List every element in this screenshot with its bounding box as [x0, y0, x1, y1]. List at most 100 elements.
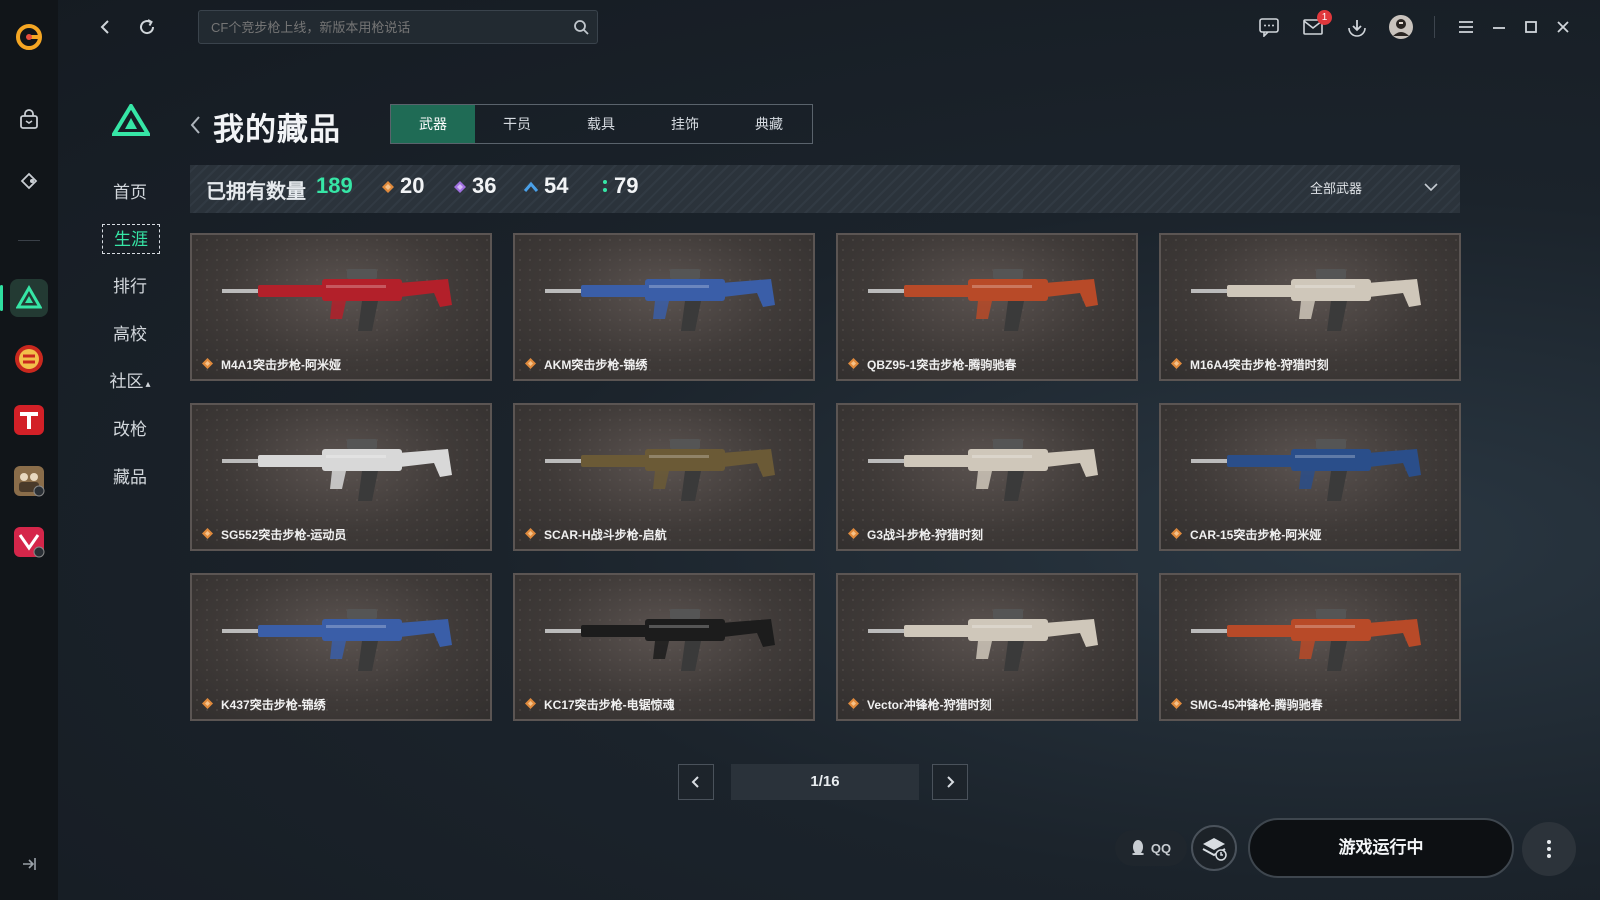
v-game-icon[interactable] — [10, 523, 48, 561]
rarity-diamond-icon — [848, 357, 859, 372]
page-title: 我的藏品 — [213, 112, 341, 147]
menu-icon[interactable] — [1453, 14, 1479, 40]
rarity-diamond-icon — [202, 697, 213, 712]
weapon-card[interactable]: CAR-15突击步枪-阿米娅 — [1159, 403, 1461, 551]
weapon-image — [1191, 439, 1421, 501]
nav-item-career[interactable]: 生涯 — [102, 224, 160, 254]
rarity-diamond-icon — [848, 697, 859, 712]
tier-orange-count: 20 — [400, 173, 425, 198]
weapon-image — [545, 609, 775, 671]
weapon-card[interactable]: Vector冲锋枪-狩猎时刻 — [836, 573, 1138, 721]
tab-charms[interactable]: 挂饰 — [643, 105, 727, 143]
download-icon[interactable] — [1344, 14, 1370, 40]
weapon-caption: KC17突击步枪-电锯惊魂 — [525, 696, 675, 713]
weapon-name: KC17突击步枪-电锯惊魂 — [544, 698, 675, 712]
nav-item-community-label: 社区 — [109, 372, 144, 391]
more-options-button[interactable] — [1522, 822, 1576, 876]
weapon-caption: K437突击步枪-锦绣 — [202, 696, 326, 713]
maximize-icon[interactable] — [1518, 14, 1544, 40]
avatar[interactable] — [1388, 14, 1414, 40]
weapon-name: AKM突击步枪-锦绣 — [544, 358, 648, 372]
bag-icon[interactable] — [10, 101, 48, 139]
weapon-card[interactable]: QBZ95-1突击步枪-腾驹驰春 — [836, 233, 1138, 381]
weapon-filter-dropdown[interactable]: 全部武器 — [1310, 178, 1438, 197]
weapon-name: SCAR-H战斗步枪-启航 — [544, 528, 667, 542]
delta-logo-icon — [110, 102, 152, 141]
search-icon[interactable] — [573, 19, 589, 40]
team-game-icon[interactable] — [10, 462, 48, 500]
weapon-card[interactable]: M4A1突击步枪-阿米娅 — [190, 233, 492, 381]
qq-button[interactable]: QQ — [1115, 830, 1187, 866]
weapon-card[interactable]: G3战斗步枪-狩猎时刻 — [836, 403, 1138, 551]
tab-collectibles[interactable]: 典藏 — [727, 105, 811, 143]
nav-item-ranking[interactable]: 排行 — [100, 272, 160, 302]
top-bar: 1 — [58, 0, 1600, 54]
weapon-image — [868, 269, 1098, 331]
weapon-card[interactable]: K437突击步枪-锦绣 — [190, 573, 492, 721]
chevron-down-icon — [1424, 180, 1438, 195]
nav-item-college[interactable]: 高校 — [100, 320, 160, 350]
launch-game-button[interactable]: 游戏运行中 — [1248, 818, 1514, 878]
weapon-caption: M4A1突击步枪-阿米娅 — [202, 356, 341, 373]
category-tabs: 武器 干员 载具 挂饰 典藏 — [390, 104, 813, 144]
weapon-filter-label: 全部武器 — [1309, 181, 1362, 196]
tab-vehicles[interactable]: 载具 — [559, 105, 643, 143]
stats-bar: 已拥有数量 189 20 36 54 79 全部武器 — [190, 165, 1460, 213]
weapon-caption: SG552突击步枪-运动员 — [202, 526, 346, 543]
weapon-name: CAR-15突击步枪-阿米娅 — [1190, 528, 1322, 542]
rarity-diamond-icon — [525, 357, 536, 372]
nav-item-community[interactable]: 社区 ▴ — [100, 367, 160, 397]
weapon-card[interactable]: AKM突击步枪-锦绣 — [513, 233, 815, 381]
tier-green-stat: 79 — [602, 173, 638, 199]
rarity-diamond-icon — [525, 697, 536, 712]
weapon-caption: M16A4突击步枪-狩猎时刻 — [1171, 356, 1329, 373]
next-page-button[interactable] — [932, 764, 968, 800]
weapon-card[interactable]: KC17突击步枪-电锯惊魂 — [513, 573, 815, 721]
nav-item-home[interactable]: 首页 — [100, 178, 160, 208]
tier-green-count: 79 — [614, 173, 639, 198]
mail-icon[interactable]: 1 — [1300, 10, 1332, 40]
tab-operators[interactable]: 干员 — [475, 105, 559, 143]
minimize-icon[interactable] — [1486, 14, 1512, 40]
rail-active-indicator — [0, 285, 3, 311]
rarity-diamond-icon — [1171, 527, 1182, 542]
nav-item-collection[interactable]: 藏品 — [100, 463, 160, 493]
prev-page-button[interactable] — [678, 764, 714, 800]
nav-item-gunsmith[interactable]: 改枪 — [100, 415, 160, 445]
weapon-card[interactable]: SMG-45冲锋枪-腾驹驰春 — [1159, 573, 1461, 721]
weapon-card[interactable]: M16A4突击步枪-狩猎时刻 — [1159, 233, 1461, 381]
accelerator-button[interactable] — [1191, 825, 1237, 871]
refresh-button[interactable] — [134, 14, 160, 40]
t-game-icon[interactable] — [10, 401, 48, 439]
page-back-icon[interactable] — [188, 114, 202, 141]
delta-game-icon[interactable] — [10, 279, 48, 317]
page-indicator: 1/16 — [731, 764, 919, 800]
weapon-image — [222, 609, 452, 671]
tier-purple-count: 36 — [472, 173, 497, 198]
weapon-caption: Vector冲锋枪-狩猎时刻 — [848, 696, 992, 713]
weapon-name: G3战斗步枪-狩猎时刻 — [867, 528, 984, 542]
left-rail — [0, 0, 58, 900]
search-input[interactable] — [199, 11, 559, 43]
chat-icon[interactable] — [1256, 14, 1282, 40]
weapon-image — [545, 269, 775, 331]
close-icon[interactable] — [1550, 14, 1576, 40]
rarity-diamond-icon — [202, 527, 213, 542]
cf-game-icon[interactable] — [10, 340, 48, 378]
tier-blue-count: 54 — [544, 173, 569, 198]
tab-weapons[interactable]: 武器 — [391, 105, 475, 143]
weapon-card[interactable]: SCAR-H战斗步枪-启航 — [513, 403, 815, 551]
weapon-name: K437突击步枪-锦绣 — [221, 698, 326, 712]
weapon-card[interactable]: SG552突击步枪-运动员 — [190, 403, 492, 551]
topbar-divider — [1434, 16, 1435, 38]
expand-sidebar-icon[interactable] — [20, 855, 38, 878]
app-logo-icon[interactable] — [10, 18, 48, 56]
back-button[interactable] — [92, 14, 118, 40]
tag-icon[interactable] — [10, 162, 48, 200]
qq-penguin-icon — [1131, 839, 1145, 858]
weapon-image — [868, 609, 1098, 671]
weapon-name: SG552突击步枪-运动员 — [221, 528, 347, 542]
caret-up-icon: ▴ — [145, 379, 151, 390]
weapon-caption: SCAR-H战斗步枪-启航 — [525, 526, 667, 543]
kebab-icon — [1547, 840, 1551, 858]
